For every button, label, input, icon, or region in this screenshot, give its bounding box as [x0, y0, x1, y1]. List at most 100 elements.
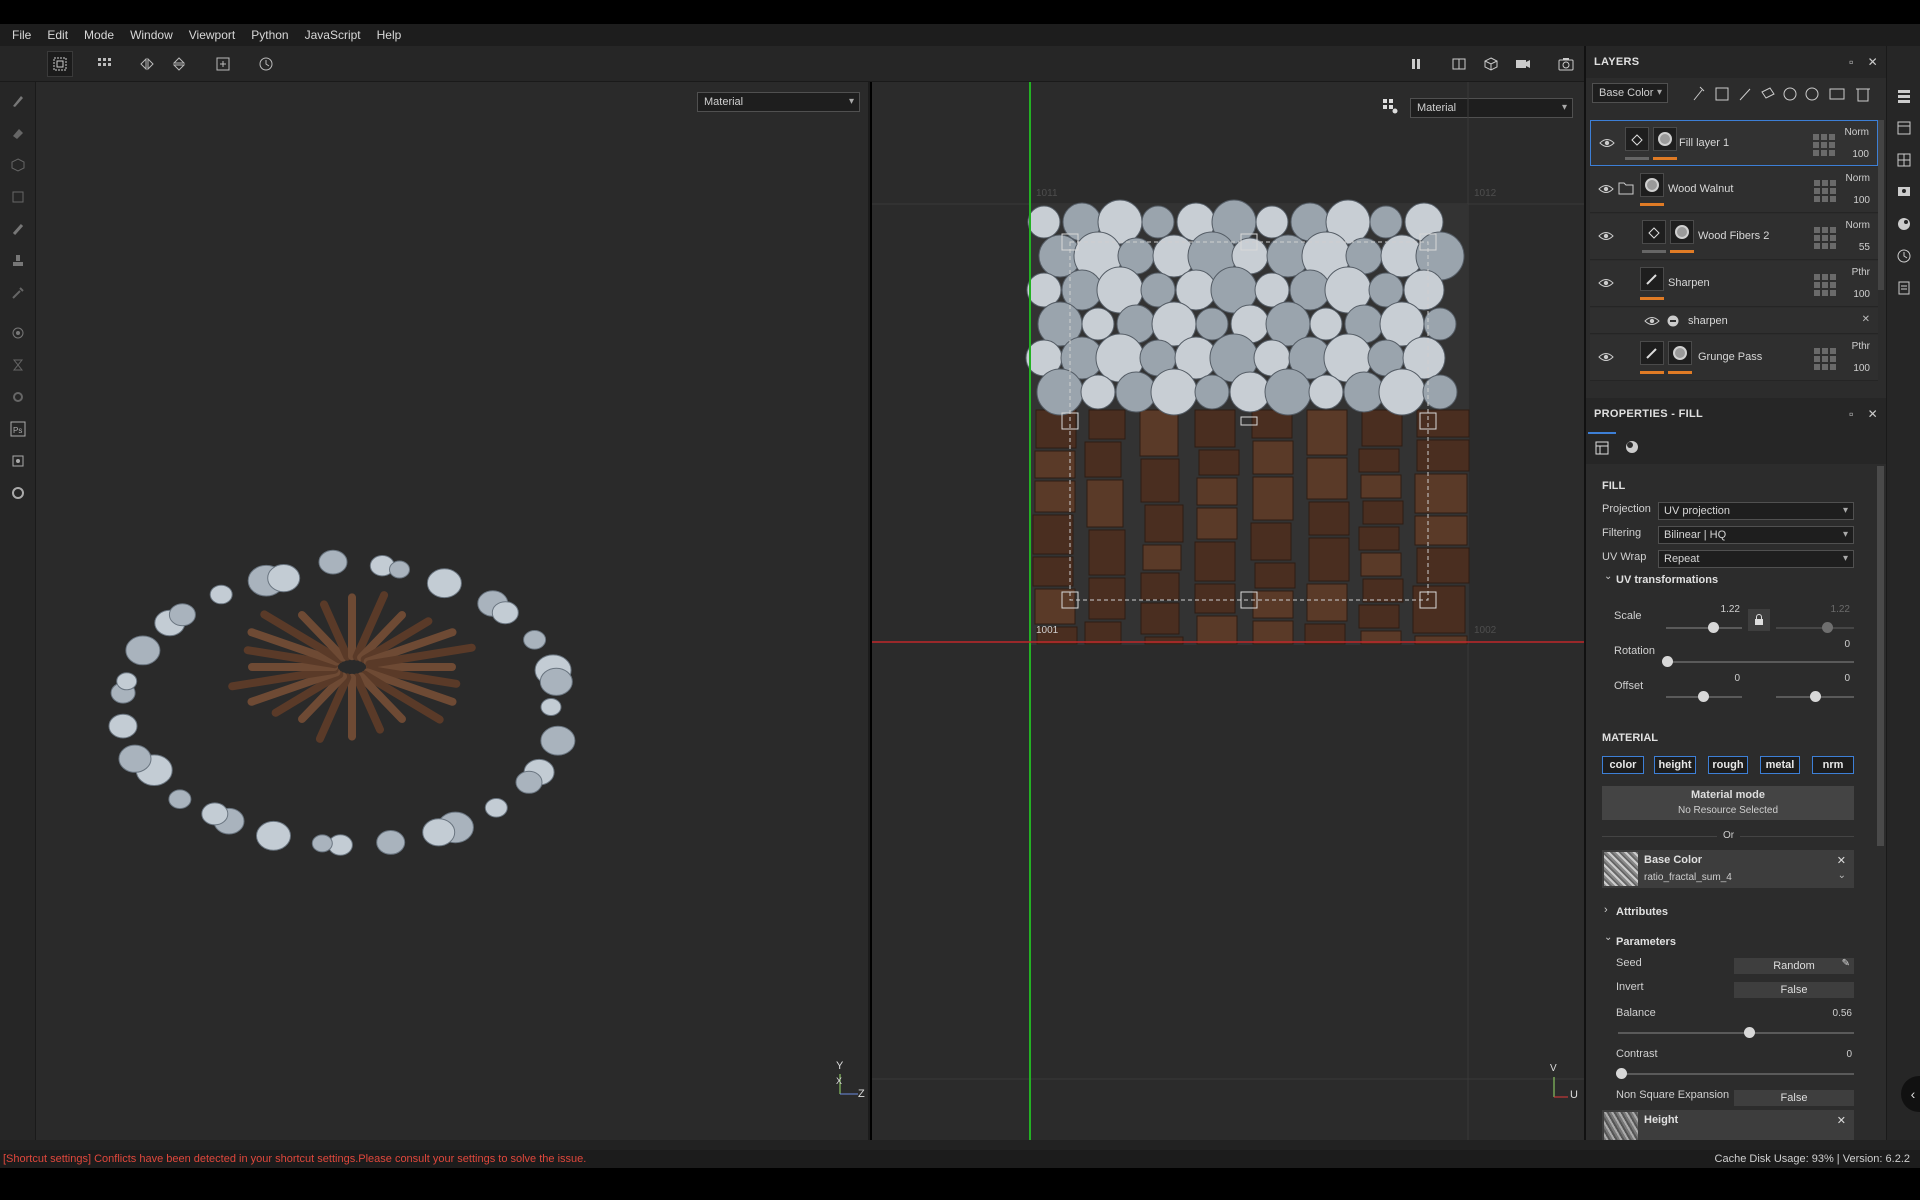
- eye-icon[interactable]: [1598, 228, 1614, 244]
- layer-opacity[interactable]: 100: [1853, 363, 1870, 374]
- menu-file[interactable]: File: [6, 28, 37, 42]
- parameters-title[interactable]: Parameters: [1616, 936, 1676, 948]
- menu-mode[interactable]: Mode: [78, 28, 120, 42]
- eraser-icon[interactable]: [6, 121, 30, 145]
- pause-icon[interactable]: [1403, 51, 1429, 77]
- edit-pencil-icon[interactable]: ✎: [1842, 958, 1850, 969]
- close-icon[interactable]: ✕: [1868, 407, 1878, 421]
- filtering-select[interactable]: Bilinear | HQ ▾: [1658, 526, 1854, 544]
- properties-scrollbar[interactable]: [1877, 466, 1884, 846]
- layers-dock-icon[interactable]: [1894, 86, 1914, 106]
- rotation-slider-track[interactable]: [1666, 661, 1854, 663]
- channel-grid-icon[interactable]: [1814, 274, 1836, 296]
- channel-nrm-button[interactable]: nrm: [1812, 756, 1854, 774]
- scale-slider-track[interactable]: [1666, 627, 1742, 629]
- export-icon[interactable]: [6, 449, 30, 473]
- photoshop-icon[interactable]: Ps: [6, 417, 30, 441]
- uvwrap-select[interactable]: Repeat ▾: [1658, 550, 1854, 568]
- height-slot[interactable]: Height ✕: [1602, 1110, 1854, 1140]
- attributes-title[interactable]: Attributes: [1616, 906, 1668, 918]
- offset-u-slider-knob[interactable]: [1698, 691, 1709, 702]
- history-icon[interactable]: [253, 51, 279, 77]
- offset-v-value[interactable]: 0: [1796, 673, 1850, 684]
- add-frame-icon[interactable]: [210, 51, 236, 77]
- blend-mode[interactable]: Norm: [1845, 127, 1869, 138]
- paint-brush-icon[interactable]: [6, 89, 30, 113]
- grid-icon[interactable]: [92, 51, 118, 77]
- balance-value[interactable]: 0.56: [1798, 1008, 1852, 1019]
- projection-icon[interactable]: [6, 153, 30, 177]
- close-icon[interactable]: ✕: [1837, 1114, 1846, 1127]
- base-color-slot[interactable]: Base Color ratio_fractal_sum_4 ✕ ⌄: [1602, 850, 1854, 888]
- chevron-down-icon[interactable]: ⌄: [1604, 571, 1612, 582]
- tab-fill-properties[interactable]: [1588, 432, 1616, 462]
- viewport-3d[interactable]: Material ▾ Y X Z: [36, 82, 870, 1140]
- eye-icon[interactable]: [1644, 313, 1660, 329]
- clone-stamp-icon[interactable]: [6, 249, 30, 273]
- log-icon[interactable]: [1894, 278, 1914, 298]
- layer-row-wood-fibers-2[interactable]: Wood Fibers 2 Norm 55: [1590, 214, 1878, 260]
- balance-slider-knob[interactable]: [1744, 1027, 1755, 1038]
- channel-rough-button[interactable]: rough: [1708, 756, 1748, 774]
- eye-icon[interactable]: [1598, 275, 1614, 291]
- chevron-down-icon[interactable]: ⌄: [1604, 932, 1612, 943]
- settings-icon[interactable]: [6, 385, 30, 409]
- mirror-vertical-icon[interactable]: [166, 51, 192, 77]
- texture-set-icon[interactable]: [1894, 118, 1914, 138]
- channel-grid-icon[interactable]: [1814, 180, 1836, 202]
- lock-icon[interactable]: [1748, 609, 1770, 631]
- menu-viewport[interactable]: Viewport: [183, 28, 241, 42]
- balance-slider-track[interactable]: [1618, 1032, 1854, 1034]
- blend-mode[interactable]: Norm: [1846, 173, 1870, 184]
- viewport-2d[interactable]: Material ▾ 1011 1012 1001 1002 V U: [872, 82, 1584, 1140]
- shader-settings-icon[interactable]: [1894, 214, 1914, 234]
- texture-grid-icon[interactable]: [1894, 150, 1914, 170]
- layer-opacity[interactable]: 100: [1853, 289, 1870, 300]
- layer-opacity[interactable]: 100: [1852, 149, 1869, 160]
- scale-slider-knob[interactable]: [1708, 622, 1719, 633]
- channel-grid-icon[interactable]: [1813, 134, 1835, 156]
- menu-javascript[interactable]: JavaScript: [299, 28, 367, 42]
- channel-grid-icon[interactable]: [1814, 227, 1836, 249]
- eye-icon[interactable]: [1598, 181, 1614, 197]
- channel-select[interactable]: Base Color ▾: [1592, 83, 1668, 103]
- float-panel-icon[interactable]: ▫: [1849, 55, 1854, 69]
- layers-scrollbar[interactable]: [1878, 120, 1884, 290]
- plugin-icon[interactable]: [6, 481, 30, 505]
- geometry-mask-icon[interactable]: [6, 185, 30, 209]
- layer-row-wood-walnut[interactable]: Wood Walnut Norm 100: [1590, 167, 1878, 213]
- layer-opacity[interactable]: 55: [1859, 242, 1870, 253]
- camera-icon[interactable]: [1510, 51, 1536, 77]
- channel-height-button[interactable]: height: [1654, 756, 1696, 774]
- non-square-expansion-toggle[interactable]: False: [1734, 1090, 1854, 1106]
- cube-icon[interactable]: [1478, 51, 1504, 77]
- offset-v-slider-knob[interactable]: [1810, 691, 1821, 702]
- color-picker-icon[interactable]: [6, 281, 30, 305]
- smudge-icon[interactable]: [6, 217, 30, 241]
- blend-mode[interactable]: Norm: [1846, 220, 1870, 231]
- channel-grid-icon[interactable]: [1814, 348, 1836, 370]
- screenshot-icon[interactable]: [1553, 51, 1579, 77]
- invert-toggle[interactable]: False: [1734, 982, 1854, 998]
- menu-edit[interactable]: Edit: [41, 28, 74, 42]
- split-view-icon[interactable]: [1446, 51, 1472, 77]
- uv-transformations-title[interactable]: UV transformations: [1616, 574, 1718, 586]
- menu-python[interactable]: Python: [245, 28, 294, 42]
- layer-row-fill-layer-1[interactable]: Fill layer 1 Norm 100: [1590, 120, 1878, 166]
- offset-u-value[interactable]: 0: [1686, 673, 1740, 684]
- effect-row-sharpen[interactable]: sharpen ✕: [1590, 308, 1878, 334]
- close-icon[interactable]: ✕: [1868, 55, 1878, 69]
- status-warning[interactable]: [Shortcut settings] Conflicts have been …: [3, 1153, 586, 1165]
- collapse-arrow-icon[interactable]: ‹: [1901, 1076, 1920, 1112]
- layer-row-sharpen[interactable]: Sharpen Pthr 100: [1590, 261, 1878, 307]
- close-icon[interactable]: ✕: [1862, 314, 1870, 325]
- seed-random-button[interactable]: Random ✎: [1734, 958, 1854, 974]
- contrast-slider-knob[interactable]: [1616, 1068, 1627, 1079]
- mirror-horizontal-icon[interactable]: [134, 51, 160, 77]
- contrast-value[interactable]: 0: [1798, 1049, 1852, 1060]
- tab-material[interactable]: [1618, 432, 1646, 462]
- menu-help[interactable]: Help: [371, 28, 408, 42]
- history-icon[interactable]: [1894, 246, 1914, 266]
- contrast-slider-track[interactable]: [1618, 1073, 1854, 1075]
- eye-icon[interactable]: [1599, 135, 1615, 151]
